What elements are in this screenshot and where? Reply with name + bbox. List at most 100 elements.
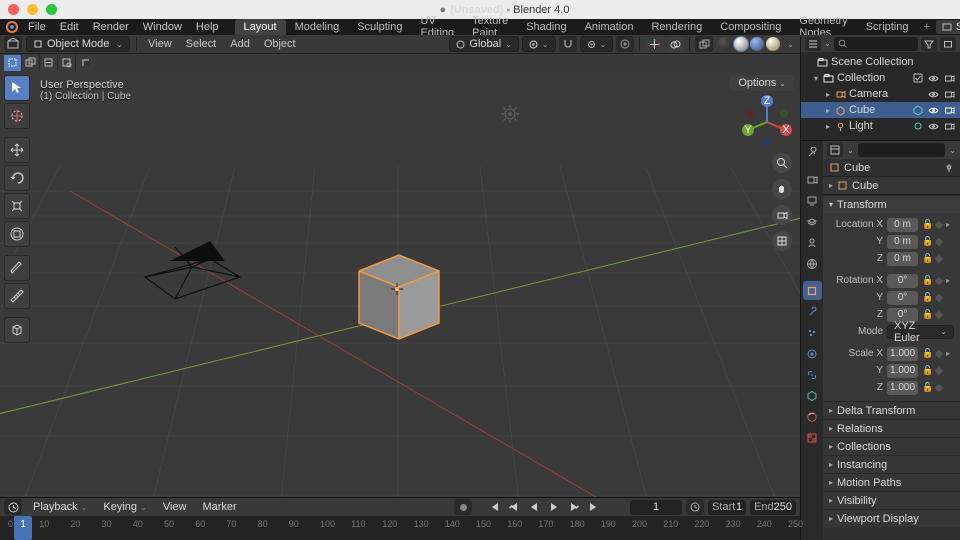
- nav-zoom-button[interactable]: [772, 153, 792, 173]
- properties-tab-world[interactable]: [803, 254, 822, 273]
- orientation-dropdown[interactable]: Global⌄: [449, 36, 519, 52]
- outliner-collection[interactable]: ▾ Collection: [801, 70, 960, 86]
- end-frame-field[interactable]: End250: [750, 500, 796, 515]
- properties-tab-modifiers[interactable]: [803, 302, 822, 321]
- add-workspace-button[interactable]: +: [917, 19, 935, 35]
- properties-tab-physics[interactable]: [803, 344, 822, 363]
- menu-window[interactable]: Window: [137, 21, 188, 33]
- view3d-menu-view[interactable]: View: [143, 38, 177, 50]
- scale-y-field[interactable]: 1.000: [887, 364, 918, 378]
- properties-object-datablock[interactable]: ▸ Cube: [823, 177, 960, 195]
- properties-tab-scene[interactable]: [803, 233, 822, 252]
- view3d-menu-select[interactable]: Select: [181, 38, 222, 50]
- light-data-icon[interactable]: [911, 120, 924, 133]
- nav-gizmo[interactable]: Z X Y: [740, 95, 794, 149]
- tool-measure[interactable]: [4, 283, 30, 309]
- properties-tab-particles[interactable]: [803, 323, 822, 342]
- select-subtract-button[interactable]: [40, 55, 58, 71]
- location-z-field[interactable]: 0 m: [887, 252, 918, 266]
- rotation-x-field[interactable]: 0°: [887, 274, 918, 288]
- nav-pan-button[interactable]: [772, 179, 792, 199]
- workspace-tab-geonodes[interactable]: Geometry Nodes: [790, 19, 856, 35]
- location-x-field[interactable]: 0 m: [887, 218, 918, 232]
- select-extend-button[interactable]: [22, 55, 40, 71]
- view3d-viewport[interactable]: User Perspective (1) Collection | Cube O…: [0, 71, 800, 497]
- scale-z-field[interactable]: 1.000: [887, 381, 918, 395]
- preview-range-toggle[interactable]: [686, 499, 704, 515]
- play-reverse-button[interactable]: [526, 499, 542, 515]
- mode-dropdown[interactable]: Object Mode ⌄: [26, 36, 130, 52]
- tool-annotate[interactable]: [4, 255, 30, 281]
- panel-transform-header[interactable]: ▾Transform: [823, 195, 960, 213]
- outliner-search[interactable]: [834, 37, 918, 51]
- menu-file[interactable]: File: [22, 21, 52, 33]
- properties-tab-constraints[interactable]: [803, 365, 822, 384]
- outliner-item-cube[interactable]: ▸ Cube: [801, 102, 960, 118]
- editor-type-dropdown[interactable]: [4, 36, 22, 52]
- timeline-marker-menu[interactable]: Marker: [197, 501, 241, 513]
- select-intersect-button[interactable]: [58, 55, 76, 71]
- tool-select-box[interactable]: [4, 75, 30, 101]
- disable-render-toggle[interactable]: [943, 88, 956, 101]
- nav-camera-button[interactable]: [772, 205, 792, 225]
- tool-transform[interactable]: [4, 221, 30, 247]
- snap-toggle[interactable]: [559, 36, 577, 52]
- playhead[interactable]: 1: [14, 516, 32, 540]
- disable-render-toggle[interactable]: [943, 120, 956, 133]
- jump-start-button[interactable]: [486, 499, 502, 515]
- close-window-button[interactable]: [8, 4, 19, 15]
- rotation-mode-dropdown[interactable]: XYZ Euler⌄: [887, 325, 954, 339]
- jump-end-button[interactable]: [586, 499, 602, 515]
- scene-dropdown[interactable]: Scene: [936, 20, 960, 34]
- properties-tab-viewlayer[interactable]: [803, 212, 822, 231]
- scale-x-field[interactable]: 1.000: [887, 347, 918, 361]
- view3d-menu-object[interactable]: Object: [259, 38, 301, 50]
- hide-toggle[interactable]: [927, 104, 940, 117]
- hide-toggle[interactable]: [927, 120, 940, 133]
- keyframe-dot[interactable]: [935, 220, 943, 228]
- properties-tab-output[interactable]: [803, 191, 822, 210]
- timeline-ruler[interactable]: 1 01020304050607080901001101201301401501…: [0, 516, 800, 540]
- outliner-item-light[interactable]: ▸ Light: [801, 118, 960, 134]
- workspace-tab-uv[interactable]: UV Editing: [411, 19, 463, 35]
- properties-tab-material[interactable]: [803, 407, 822, 426]
- tool-move[interactable]: [4, 137, 30, 163]
- properties-tab-object[interactable]: [803, 281, 822, 300]
- panel-instancing[interactable]: ▸Instancing: [823, 455, 960, 473]
- panel-visibility[interactable]: ▸Visibility: [823, 491, 960, 509]
- panel-relations[interactable]: ▸Relations: [823, 419, 960, 437]
- workspace-tab-texpaint[interactable]: Texture Paint: [463, 19, 517, 35]
- panel-motion-paths[interactable]: ▸Motion Paths: [823, 473, 960, 491]
- minimize-window-button[interactable]: [27, 4, 38, 15]
- hide-toggle[interactable]: [927, 88, 940, 101]
- timeline-playback-menu[interactable]: Playback ⌄: [28, 501, 92, 513]
- current-frame-field[interactable]: 1: [630, 500, 682, 515]
- proportional-edit-toggle[interactable]: [616, 36, 634, 52]
- panel-viewport-display[interactable]: ▸Viewport Display: [823, 509, 960, 527]
- workspace-tab-animation[interactable]: Animation: [576, 19, 643, 35]
- shading-dropdown[interactable]: ⌄: [785, 40, 796, 49]
- outliner-filter[interactable]: [921, 37, 937, 51]
- overlays-toggle[interactable]: [666, 36, 684, 52]
- properties-search[interactable]: [858, 143, 946, 157]
- keyframe-next-button[interactable]: [566, 499, 582, 515]
- timeline-view-menu[interactable]: View: [158, 501, 192, 513]
- tool-rotate[interactable]: [4, 165, 30, 191]
- shading-matprev[interactable]: [750, 37, 764, 51]
- timeline-editor-type[interactable]: [4, 499, 22, 515]
- panel-delta-transform[interactable]: ▸Delta Transform: [823, 401, 960, 419]
- view3d-options-popover[interactable]: Options⌄: [730, 75, 794, 91]
- pin-icon[interactable]: [944, 163, 954, 173]
- disable-render-toggle[interactable]: [943, 104, 956, 117]
- location-y-field[interactable]: 0 m: [887, 235, 918, 249]
- menu-render[interactable]: Render: [87, 21, 135, 33]
- outliner-item-camera[interactable]: ▸ Camera: [801, 86, 960, 102]
- disable-render-toggle[interactable]: [943, 72, 956, 85]
- properties-tab-data[interactable]: [803, 386, 822, 405]
- keyframe-prev-button[interactable]: [506, 499, 522, 515]
- menu-edit[interactable]: Edit: [54, 21, 85, 33]
- workspace-tab-sculpting[interactable]: Sculpting: [348, 19, 411, 35]
- gizmo-visibility[interactable]: [645, 36, 663, 52]
- autokey-toggle[interactable]: [454, 499, 472, 515]
- panel-collections[interactable]: ▸Collections: [823, 437, 960, 455]
